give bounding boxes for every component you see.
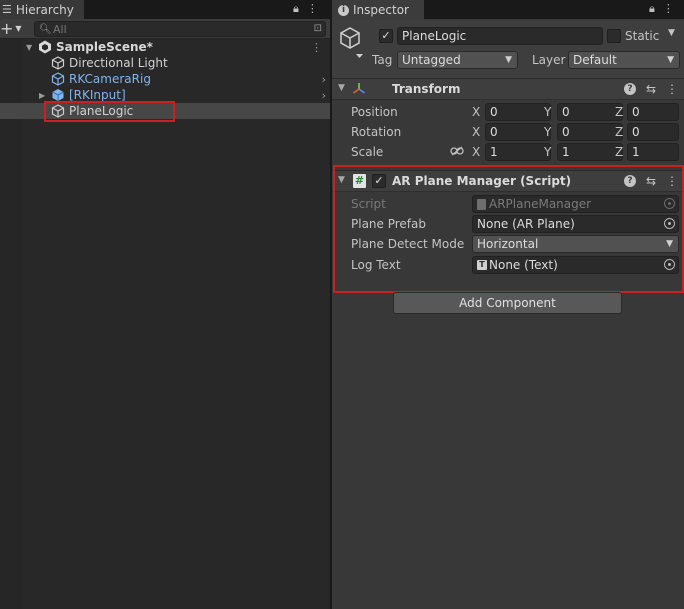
tab-inspector[interactable]: i Inspector [332, 0, 424, 20]
more-options-icon[interactable]: ⋮ [666, 82, 678, 96]
transform-axes-icon [353, 83, 365, 94]
rotation-y-field[interactable]: 0 [557, 123, 623, 141]
open-prefab-chevron-icon[interactable]: › [322, 73, 326, 86]
list-item-directional-light[interactable]: Directional Light [0, 55, 330, 71]
axis-y-label[interactable]: Y [544, 125, 551, 139]
tab-hierarchy[interactable]: ☰ Hierarchy [0, 0, 84, 19]
static-checkbox[interactable] [607, 29, 621, 43]
help-icon[interactable]: ? [623, 83, 636, 95]
axis-z-label[interactable]: Z [615, 145, 623, 159]
transform-title: Transform [392, 82, 461, 96]
info-icon: i [338, 4, 349, 16]
hierarchy-tab-controls: 🔒︎ ⋮ [293, 2, 318, 16]
tag-dropdown[interactable]: Untagged ▼ [397, 51, 518, 69]
axis-y-label[interactable]: Y [544, 145, 551, 159]
scene-label: SampleScene* [56, 40, 153, 54]
prefab-cube-filled-icon [52, 89, 64, 101]
inspector-tab-label: Inspector [353, 3, 409, 17]
axis-x-label[interactable]: X [472, 125, 480, 139]
static-label: Static [625, 29, 660, 43]
position-z-field[interactable]: 0 [627, 103, 679, 121]
selection-highlight-box [44, 101, 175, 122]
chevron-down-icon: ▼ [667, 55, 674, 65]
presets-icon[interactable]: ⇆ [646, 82, 656, 96]
axis-z-label[interactable]: Z [615, 105, 623, 119]
hierarchy-gutter [0, 39, 23, 609]
foldout-arrow-icon[interactable]: ▼ [338, 83, 345, 93]
lock-icon[interactable]: 🔒︎ [649, 2, 655, 16]
list-item-scene[interactable]: ▼ SampleScene* ⋮ [0, 39, 330, 55]
object-name-field[interactable]: PlaneLogic [397, 27, 603, 45]
hierarchy-toolbar: + ▼ 🔍︎ ⊡ [0, 19, 330, 39]
position-label: Position [351, 105, 398, 119]
rkinput-label: [RKInput] [69, 88, 126, 102]
inspector-tab-controls: 🔒︎ ⋮ [649, 2, 674, 16]
directional-light-label: Directional Light [69, 56, 168, 70]
axis-x-label[interactable]: X [472, 145, 480, 159]
hierarchy-list-icon: ☰ [2, 3, 12, 16]
scale-z-field[interactable]: 1 [627, 143, 679, 161]
prefab-cube-icon [51, 72, 65, 86]
scale-label: Scale [351, 145, 384, 159]
hierarchy-tabbar: ☰ Hierarchy 🔒︎ ⋮ [0, 0, 330, 19]
transform-controls: ? ⇆ ⋮ [623, 82, 678, 96]
position-y-field[interactable]: 0 [557, 103, 623, 121]
active-checkbox[interactable]: ✓ [379, 29, 393, 43]
unity-scene-icon [39, 40, 51, 54]
expand-arrow-icon[interactable]: ▼ [26, 43, 32, 52]
component-highlight-box [333, 165, 684, 293]
axis-z-label[interactable]: Z [615, 125, 623, 139]
hierarchy-tab-label: Hierarchy [15, 2, 74, 17]
search-input[interactable] [53, 22, 293, 36]
rotation-z-field[interactable]: 0 [627, 123, 679, 141]
add-component-button[interactable]: Add Component [393, 292, 622, 314]
layer-label: Layer [532, 53, 566, 67]
scale-x-field[interactable]: 1 [485, 143, 551, 161]
axis-x-label[interactable]: X [472, 105, 480, 119]
rotation-x-field[interactable]: 0 [485, 123, 551, 141]
rotation-label: Rotation [351, 125, 402, 139]
gameobject-icon[interactable] [339, 26, 363, 60]
inspector-panel: i Inspector 🔒︎ ⋮ ✓ PlaneLogic Static ▼ T… [332, 0, 684, 609]
tag-label: Tag [372, 53, 393, 67]
scale-y-field[interactable]: 1 [557, 143, 623, 161]
constrain-proportions-icon[interactable] [450, 146, 464, 156]
search-filter-icon[interactable]: ⊡ [314, 23, 322, 34]
position-x-field[interactable]: 0 [485, 103, 551, 121]
scene-more-icon[interactable]: ⋮ [311, 41, 322, 54]
lock-icon[interactable]: 🔒︎ [293, 2, 299, 16]
more-options-icon[interactable]: ⋮ [663, 2, 674, 16]
more-options-icon[interactable]: ⋮ [307, 2, 318, 16]
hierarchy-panel: ☰ Hierarchy 🔒︎ ⋮ + ▼ 🔍︎ ⊡ ▼ SampleScene*… [0, 0, 330, 609]
hierarchy-search[interactable]: 🔍︎ ⊡ [34, 21, 326, 37]
list-item-rkcamerarig[interactable]: RKCameraRig › [0, 71, 330, 87]
expand-arrow-icon[interactable]: ▶ [39, 91, 45, 100]
chevron-down-icon: ▼ [15, 24, 22, 33]
layer-dropdown[interactable]: Default ▼ [568, 51, 680, 69]
create-button[interactable]: + ▼ [0, 19, 24, 38]
tag-value: Untagged [402, 53, 461, 67]
search-icon: 🔍︎ [39, 23, 52, 35]
chevron-down-icon: ▼ [505, 55, 512, 65]
inspector-tabbar: i Inspector 🔒︎ ⋮ [332, 0, 684, 20]
plus-icon: + [0, 19, 14, 38]
open-prefab-chevron-icon[interactable]: › [322, 89, 326, 102]
rkcamerarig-label: RKCameraRig [69, 72, 151, 86]
gameobject-cube-icon [51, 56, 65, 70]
static-dropdown-icon[interactable]: ▼ [668, 28, 675, 38]
layer-value: Default [573, 53, 617, 67]
axis-y-label[interactable]: Y [544, 105, 551, 119]
transform-header[interactable]: ▼ Transform ? ⇆ ⋮ [332, 78, 684, 100]
gameobject-header: ✓ PlaneLogic Static ▼ Tag Untagged ▼ Lay… [332, 20, 684, 78]
